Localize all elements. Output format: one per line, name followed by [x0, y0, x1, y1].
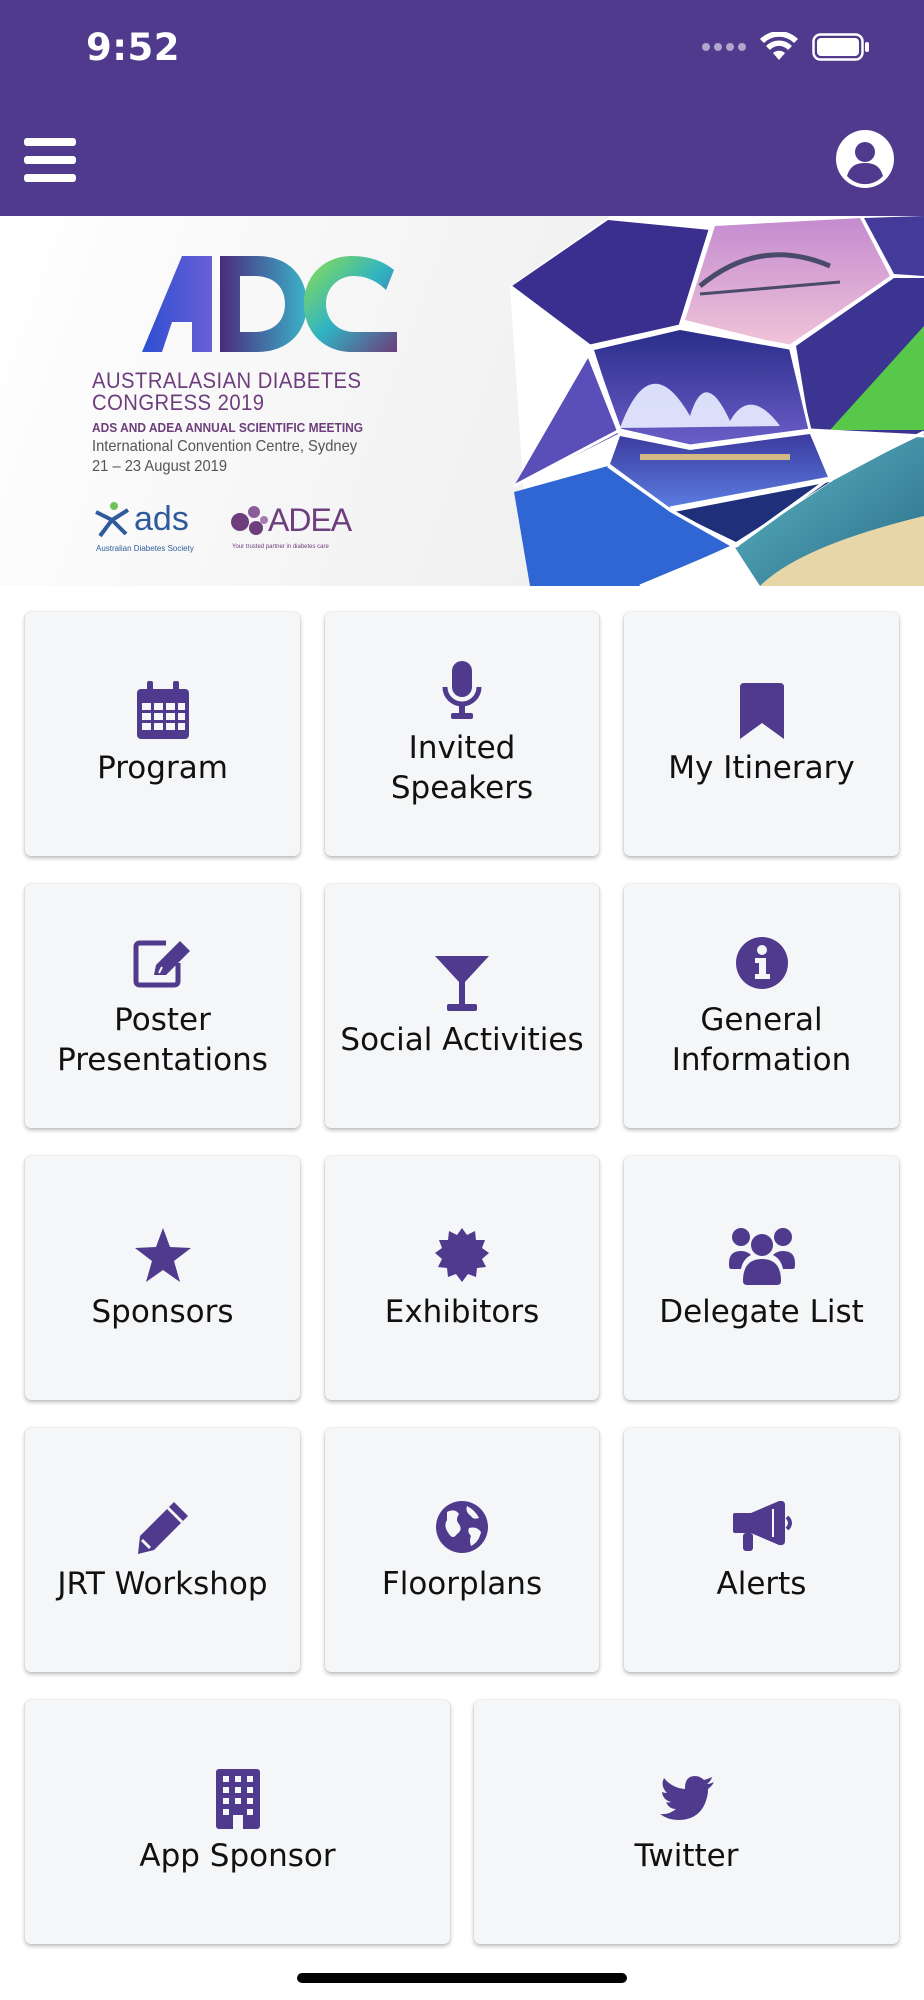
- adea-logo-subtitle: Your trusted partner in diabetes care: [232, 544, 329, 550]
- congress-title: AUSTRALASIAN DIABETES CONGRESS 2019: [92, 370, 361, 414]
- tile-label: Floorplans: [381, 1566, 543, 1602]
- sydney-photo-collage: [509, 216, 924, 586]
- tile-label: JRT Workshop: [57, 1566, 268, 1602]
- ads-logo-subtitle: Australian Diabetes Society: [96, 544, 194, 553]
- tile-alerts[interactable]: Alerts: [624, 1428, 899, 1672]
- tile-general-information[interactable]: General Information: [624, 884, 899, 1128]
- ads-logo-text: ads: [134, 500, 189, 538]
- info-icon: [735, 937, 788, 989]
- tile-delegate-list[interactable]: Delegate List: [624, 1156, 899, 1400]
- wifi-icon: [760, 32, 798, 60]
- calendar-icon: [136, 681, 189, 739]
- tile-label: Sponsors: [91, 1294, 234, 1330]
- building-icon: [215, 1769, 260, 1829]
- home-indicator[interactable]: [297, 1973, 627, 1983]
- tile-label: Poster Presentations: [57, 1002, 268, 1078]
- tile-floorplans[interactable]: Floorplans: [325, 1428, 599, 1672]
- tile-sponsors[interactable]: Sponsors: [25, 1156, 300, 1400]
- signal-icon: [702, 43, 746, 51]
- tile-poster-presentations[interactable]: Poster Presentations: [25, 884, 300, 1128]
- user-circle-icon[interactable]: [836, 130, 894, 188]
- ads-mark-icon: [95, 502, 130, 538]
- users-icon: [728, 1228, 795, 1285]
- status-time: 9:52: [86, 26, 181, 69]
- tile-invited-speakers[interactable]: Invited Speakers: [325, 612, 599, 856]
- status-bar: 9:52: [0, 0, 924, 100]
- tile-social-activities[interactable]: Social Activities: [325, 884, 599, 1128]
- tile-jrt-workshop[interactable]: JRT Workshop: [25, 1428, 300, 1672]
- meeting-line: ADS AND ADEA ANNUAL SCIENTIFIC MEETING: [92, 420, 364, 435]
- tile-app-sponsor[interactable]: App Sponsor: [25, 1700, 450, 1944]
- hamburger-menu-icon[interactable]: [24, 138, 76, 182]
- ads-logo: ads Australian Diabetes Society: [92, 500, 194, 553]
- twitter-icon: [659, 1776, 714, 1820]
- tile-label: General Information: [671, 1002, 852, 1078]
- adea-logo: ADEA Your trusted partner in diabetes ca…: [230, 500, 352, 550]
- microphone-icon: [442, 661, 482, 719]
- tile-label: Social Activities: [340, 1022, 584, 1058]
- tile-label: Twitter: [634, 1838, 739, 1874]
- tile-program[interactable]: Program: [25, 612, 300, 856]
- globe-icon: [436, 1501, 488, 1553]
- congress-title-line-1: AUSTRALASIAN DIABETES: [92, 368, 362, 393]
- venue-line: International Convention Centre, Sydney: [92, 438, 358, 455]
- pencil-icon: [137, 1502, 188, 1554]
- date-line: 21 – 23 August 2019: [92, 458, 228, 475]
- battery-icon: [812, 33, 869, 61]
- conference-banner: AUSTRALASIAN DIABETES CONGRESS 2019 ADS …: [0, 216, 924, 586]
- tile-label: Delegate List: [659, 1294, 864, 1330]
- cocktail-icon: [435, 956, 489, 1011]
- tile-label: Alerts: [716, 1566, 807, 1602]
- adea-logo-text: ADEA: [268, 502, 352, 538]
- megaphone-icon: [732, 1501, 792, 1551]
- tile-label: Invited Speakers: [390, 730, 534, 806]
- status-icons: [702, 32, 870, 62]
- edit-icon: [133, 940, 190, 988]
- adea-mark-icon: [231, 506, 268, 535]
- bookmark-icon: [739, 683, 784, 739]
- tile-label: Exhibitors: [384, 1294, 540, 1330]
- tile-exhibitors[interactable]: Exhibitors: [325, 1156, 599, 1400]
- star-icon: [134, 1228, 191, 1282]
- tile-label: App Sponsor: [139, 1838, 336, 1874]
- congress-title-line-2: CONGRESS 2019: [92, 390, 265, 415]
- adc-logo: [142, 256, 397, 352]
- tile-label: Program: [97, 750, 228, 786]
- tile-twitter[interactable]: Twitter: [474, 1700, 899, 1944]
- app-bar: [0, 100, 924, 216]
- tile-label: My Itinerary: [668, 750, 855, 786]
- certificate-icon: [435, 1228, 489, 1282]
- tile-my-itinerary[interactable]: My Itinerary: [624, 612, 899, 856]
